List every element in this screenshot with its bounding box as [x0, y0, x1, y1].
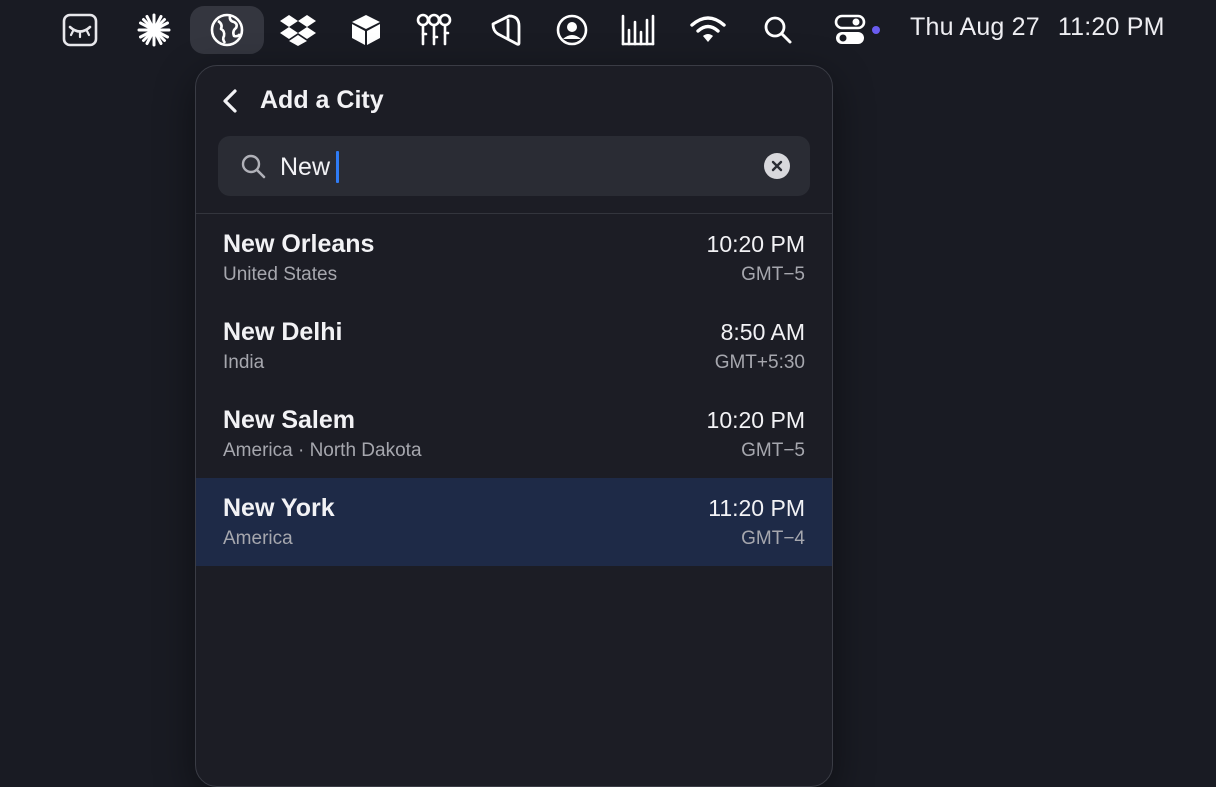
city-region: United States	[223, 264, 338, 285]
city-result-row[interactable]: New Orleans United States 10:20 PM GMT−5	[196, 214, 832, 302]
city-search-input[interactable]: New	[280, 151, 340, 183]
menubar-date: Thu Aug 27	[910, 13, 1040, 41]
city-results-list: New Orleans United States 10:20 PM GMT−5…	[196, 214, 832, 566]
city-gmt-offset: GMT−5	[741, 264, 805, 285]
menubar-time: 11:20 PM	[1057, 13, 1165, 41]
city-local-time: 10:20 PM	[706, 407, 805, 433]
city-name: New York	[223, 494, 335, 522]
text-caret	[336, 151, 340, 183]
city-name: New Delhi	[223, 318, 343, 346]
panel-title: Add a City	[260, 86, 384, 114]
city-local-time: 8:50 AM	[720, 319, 805, 345]
city-local-time: 10:20 PM	[706, 231, 805, 257]
city-name: New Salem	[223, 406, 356, 434]
dropbox-icon[interactable]	[275, 8, 321, 52]
city-region: America · North Dakota	[223, 440, 422, 461]
city-name: New Orleans	[223, 230, 375, 258]
city-search-field[interactable]: New	[218, 136, 810, 196]
city-gmt-offset: GMT−5	[741, 440, 805, 461]
panel-header: Add a City	[196, 66, 832, 136]
city-result-row-selected[interactable]: New York America 11:20 PM GMT−4	[196, 478, 832, 566]
city-result-row[interactable]: New Delhi India 8:50 AM GMT+5:30	[196, 302, 832, 390]
menubar-clock[interactable]: Thu Aug 27 11:20 PM	[910, 13, 1165, 42]
add-city-panel: Add a City New New Orleans United States…	[195, 65, 833, 787]
notification-dot	[872, 26, 880, 34]
wifi-icon[interactable]	[685, 8, 731, 52]
close-icon	[771, 160, 783, 172]
cube-icon[interactable]	[343, 8, 389, 52]
globe-icon[interactable]	[190, 6, 264, 54]
chevron-left-icon	[223, 89, 237, 113]
menu-bar: Thu Aug 27 11:20 PM	[0, 0, 1216, 60]
control-center-icon[interactable]	[828, 8, 884, 52]
search-icon[interactable]	[755, 8, 801, 52]
city-region: America	[223, 528, 293, 549]
user-circle-icon[interactable]	[549, 8, 595, 52]
clear-search-button[interactable]	[764, 153, 790, 179]
search-input-value: New	[280, 152, 331, 181]
city-local-time: 11:20 PM	[708, 495, 805, 521]
city-gmt-offset: GMT+5:30	[714, 352, 805, 373]
back-button[interactable]	[216, 86, 244, 116]
audio-levels-icon[interactable]	[615, 8, 661, 52]
city-gmt-offset: GMT−4	[741, 528, 805, 549]
eye-closed-icon[interactable]	[57, 8, 103, 52]
search-field-icon	[240, 153, 266, 179]
city-result-row[interactable]: New Salem America · North Dakota 10:20 P…	[196, 390, 832, 478]
keys-icon[interactable]	[411, 8, 457, 52]
bookmark-tag-icon[interactable]	[483, 8, 529, 52]
city-region: India	[223, 352, 265, 373]
sparkle-icon[interactable]	[131, 8, 177, 52]
